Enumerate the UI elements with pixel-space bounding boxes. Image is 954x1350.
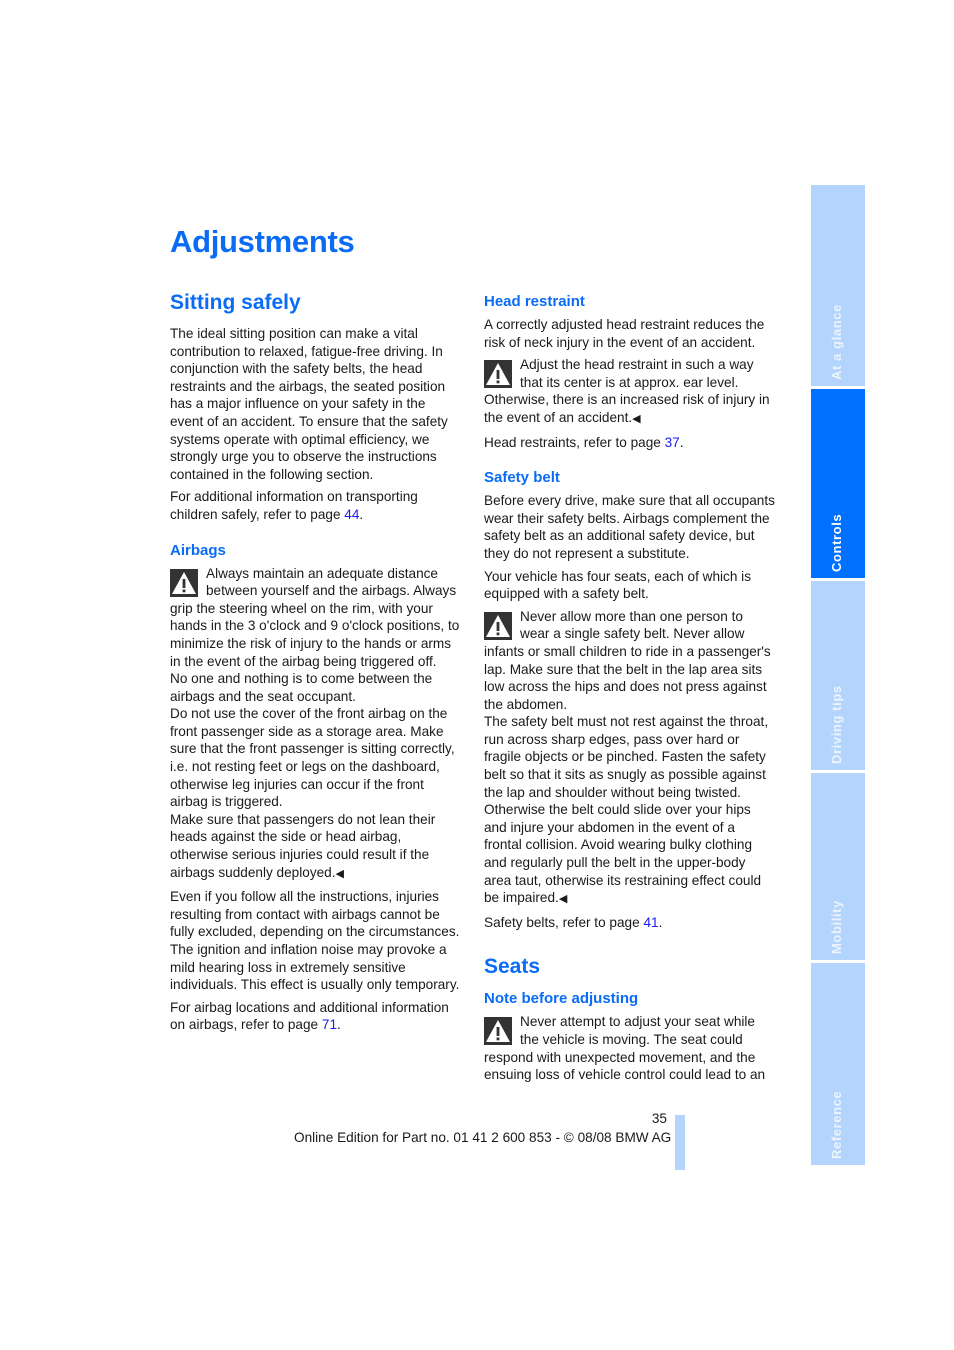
- chapter-tabs: At a glance Controls Driving tips Mobili…: [811, 185, 865, 1165]
- airbags-warning-p2: No one and nothing is to come between th…: [170, 671, 433, 704]
- airbags-reference: For airbag locations and additional info…: [170, 999, 462, 1034]
- page-title: Adjustments: [170, 224, 355, 259]
- tab-mobility[interactable]: Mobility: [811, 773, 865, 960]
- page-link-37[interactable]: 37: [665, 435, 680, 450]
- subheading-safety-belt: Safety belt: [484, 469, 560, 487]
- safety-belt-warning-p2-text: The safety belt must not rest against th…: [484, 714, 769, 906]
- children-reference: For additional information on transporti…: [170, 488, 462, 523]
- section-seats: Seats Note before adjusting Never attemp…: [484, 954, 776, 1083]
- children-reference-text: For additional information on transporti…: [170, 489, 418, 522]
- safety-belt-seats: Your vehicle has four seats, each of whi…: [484, 568, 751, 602]
- tab-driving-tips[interactable]: Driving tips: [811, 581, 865, 770]
- airbags-even-if: Even if you follow all the instructions,…: [170, 889, 460, 993]
- section-safety-belt: Safety belt Before every drive, make sur…: [484, 468, 776, 931]
- tab-at-a-glance[interactable]: At a glance: [811, 185, 865, 386]
- airbags-warning-p4-text: Make sure that passengers do not lean th…: [170, 811, 436, 880]
- head-restraint-warning-body: Adjust the head restraint in such a way …: [484, 357, 770, 425]
- page-link-71[interactable]: 71: [322, 1017, 337, 1032]
- footer-marker-bar: [675, 1115, 685, 1170]
- head-restraint-warning: Adjust the head restraint in such a way …: [484, 356, 776, 428]
- seats-warning: Never attempt to adjust your seat while …: [484, 1013, 776, 1083]
- tab-controls[interactable]: Controls: [811, 389, 865, 578]
- end-marker-icon: ◀: [632, 412, 641, 425]
- left-column: Sitting safely The ideal sitting positio…: [170, 290, 462, 1039]
- warning-triangle-icon: [484, 611, 512, 640]
- page-number: 35: [651, 1111, 667, 1126]
- period: .: [359, 506, 364, 522]
- head-restraint-reference-text: Head restraints, refer to page: [484, 434, 665, 450]
- safety-belt-reference: Safety belts, refer to page 41.: [484, 914, 776, 932]
- tab-label: Driving tips: [829, 685, 844, 764]
- head-restraint-reference: Head restraints, refer to page 37.: [484, 434, 776, 452]
- sitting-safely-intro: The ideal sitting position can make a vi…: [170, 326, 448, 482]
- footer-edition: Online Edition for Part no. 01 41 2 600 …: [294, 1130, 672, 1145]
- period: .: [337, 1017, 341, 1033]
- tab-label: Controls: [829, 513, 844, 572]
- head-restraint-intro: A correctly adjusted head restraint redu…: [484, 317, 765, 350]
- warning-triangle-icon: [484, 1017, 512, 1046]
- airbags-warning-p4: Make sure that passengers do not lean th…: [170, 811, 462, 883]
- warning-triangle-icon: [170, 568, 198, 597]
- page-link-44[interactable]: 44: [344, 507, 359, 522]
- safety-belt-reference-text: Safety belts, refer to page: [484, 914, 644, 930]
- subheading-head-restraint: Head restraint: [484, 293, 585, 310]
- subheading-note-before-adjusting: Note before adjusting: [484, 990, 639, 1008]
- seats-warning-text: Never attempt to adjust your seat while …: [484, 1014, 766, 1083]
- tab-label: Mobility: [829, 900, 844, 954]
- section-airbags: Airbags Always maintain an adequate dist…: [170, 541, 462, 1034]
- end-marker-icon: ◀: [335, 867, 344, 880]
- period: .: [658, 914, 663, 930]
- page-link-41[interactable]: 41: [643, 915, 658, 930]
- safety-belt-warning: Never allow more than one person to wear…: [484, 608, 776, 909]
- airbags-warning-p1: Always maintain an adequate distance bet…: [170, 565, 460, 669]
- tab-label: At a glance: [829, 304, 844, 380]
- airbags-warning-p3: Do not use the cover of the front airbag…: [170, 706, 455, 810]
- period: .: [679, 434, 684, 450]
- section-heading-sitting-safely: Sitting safely: [170, 291, 301, 314]
- section-heading-seats: Seats: [484, 955, 541, 979]
- tab-label: Reference: [829, 1090, 844, 1159]
- tab-reference[interactable]: Reference: [811, 963, 865, 1165]
- airbags-warning: Always maintain an adequate distance bet…: [170, 565, 462, 884]
- right-column: Head restraint A correctly adjusted head…: [484, 292, 776, 1084]
- safety-belt-warning-p1: Never allow more than one person to wear…: [484, 608, 771, 712]
- subheading-airbags: Airbags: [170, 541, 226, 559]
- airbags-reference-text: For airbag locations and additional info…: [170, 999, 449, 1033]
- safety-belt-warning-p2: The safety belt must not rest against th…: [484, 713, 776, 909]
- safety-belt-intro: Before every drive, make sure that all o…: [484, 493, 775, 561]
- section-head-restraint: Head restraint A correctly adjusted head…: [484, 292, 776, 451]
- section-sitting-safely: Sitting safely The ideal sitting positio…: [170, 290, 462, 524]
- end-marker-icon: ◀: [558, 893, 568, 906]
- head-restraint-warning-text: Adjust the head restraint in such a way …: [484, 356, 776, 428]
- warning-triangle-icon: [484, 360, 512, 389]
